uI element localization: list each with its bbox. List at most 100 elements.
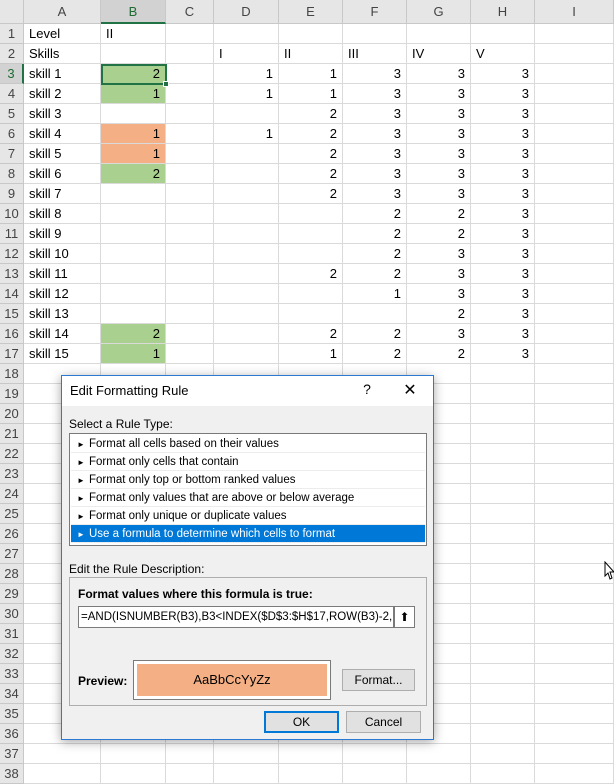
cell-h4[interactable]: 3 (471, 84, 535, 104)
cell-g8[interactable]: 3 (407, 164, 471, 184)
cell-f37[interactable] (343, 744, 407, 764)
cell-e10[interactable] (279, 204, 343, 224)
cell-d7[interactable] (214, 144, 279, 164)
cell-a16[interactable]: skill 14 (24, 324, 101, 344)
rule-type-item[interactable]: ► Use a formula to determine which cells … (71, 525, 425, 543)
cell-i34[interactable] (535, 684, 614, 704)
cell-h19[interactable] (471, 384, 535, 404)
cell-h10[interactable]: 3 (471, 204, 535, 224)
cell-i33[interactable] (535, 664, 614, 684)
cell-i24[interactable] (535, 484, 614, 504)
cell-e14[interactable] (279, 284, 343, 304)
cell-a15[interactable]: skill 13 (24, 304, 101, 324)
cell-c4[interactable] (166, 84, 214, 104)
select-all-corner[interactable] (0, 0, 24, 24)
cell-i28[interactable] (535, 564, 614, 584)
cell-e2[interactable]: II (279, 44, 343, 64)
column-header-e[interactable]: E (279, 0, 343, 24)
cell-c37[interactable] (166, 744, 214, 764)
cell-f38[interactable] (343, 764, 407, 784)
row-header-17[interactable]: 17 (0, 344, 24, 364)
row-header-8[interactable]: 8 (0, 164, 24, 184)
cell-h13[interactable]: 3 (471, 264, 535, 284)
cell-g14[interactable]: 3 (407, 284, 471, 304)
row-header-24[interactable]: 24 (0, 484, 24, 504)
cell-h23[interactable] (471, 464, 535, 484)
cell-h21[interactable] (471, 424, 535, 444)
cell-a13[interactable]: skill 11 (24, 264, 101, 284)
cell-f7[interactable]: 3 (343, 144, 407, 164)
cell-g2[interactable]: IV (407, 44, 471, 64)
cell-b38[interactable] (101, 764, 166, 784)
cell-h18[interactable] (471, 364, 535, 384)
cell-h38[interactable] (471, 764, 535, 784)
cell-a14[interactable]: skill 12 (24, 284, 101, 304)
cell-d6[interactable]: 1 (214, 124, 279, 144)
cell-b3[interactable]: 2 (101, 64, 166, 84)
cell-e1[interactable] (279, 24, 343, 44)
cell-b6[interactable]: 1 (101, 124, 166, 144)
cell-f4[interactable]: 3 (343, 84, 407, 104)
column-header-c[interactable]: C (166, 0, 214, 24)
cell-g13[interactable]: 3 (407, 264, 471, 284)
rule-type-item[interactable]: ► Format only values that are above or be… (71, 489, 425, 507)
cell-a38[interactable] (24, 764, 101, 784)
cell-i29[interactable] (535, 584, 614, 604)
row-header-27[interactable]: 27 (0, 544, 24, 564)
cell-c1[interactable] (166, 24, 214, 44)
column-header-b[interactable]: B (101, 0, 166, 24)
cell-e3[interactable]: 1 (279, 64, 343, 84)
cell-i8[interactable] (535, 164, 614, 184)
cell-a6[interactable]: skill 4 (24, 124, 101, 144)
cell-i3[interactable] (535, 64, 614, 84)
cell-i13[interactable] (535, 264, 614, 284)
formula-input[interactable]: =AND(ISNUMBER(B3),B3<INDEX($D$3:$H$17,RO… (78, 606, 394, 628)
row-header-18[interactable]: 18 (0, 364, 24, 384)
rule-type-list[interactable]: ► Format all cells based on their values ►… (69, 433, 427, 546)
cell-i15[interactable] (535, 304, 614, 324)
cell-i7[interactable] (535, 144, 614, 164)
cell-g38[interactable] (407, 764, 471, 784)
cell-f12[interactable]: 2 (343, 244, 407, 264)
cell-c3[interactable] (166, 64, 214, 84)
rule-type-item[interactable]: ► Format only cells that contain (71, 453, 425, 471)
cell-i12[interactable] (535, 244, 614, 264)
cell-i10[interactable] (535, 204, 614, 224)
format-button[interactable]: Format... (342, 669, 415, 691)
cell-d9[interactable] (214, 184, 279, 204)
cell-b1[interactable]: II (101, 24, 166, 44)
row-header-25[interactable]: 25 (0, 504, 24, 524)
collapse-reference-button[interactable]: ⬆ (394, 606, 415, 628)
cell-a5[interactable]: skill 3 (24, 104, 101, 124)
row-header-11[interactable]: 11 (0, 224, 24, 244)
cell-i36[interactable] (535, 724, 614, 744)
cancel-button[interactable]: Cancel (346, 711, 421, 733)
row-header-30[interactable]: 30 (0, 604, 24, 624)
cell-h32[interactable] (471, 644, 535, 664)
cell-e38[interactable] (279, 764, 343, 784)
row-header-13[interactable]: 13 (0, 264, 24, 284)
cell-f9[interactable]: 3 (343, 184, 407, 204)
row-header-31[interactable]: 31 (0, 624, 24, 644)
cell-i2[interactable] (535, 44, 614, 64)
cell-c7[interactable] (166, 144, 214, 164)
row-header-19[interactable]: 19 (0, 384, 24, 404)
cell-i4[interactable] (535, 84, 614, 104)
cell-i5[interactable] (535, 104, 614, 124)
cell-e5[interactable]: 2 (279, 104, 343, 124)
cell-h30[interactable] (471, 604, 535, 624)
row-header-23[interactable]: 23 (0, 464, 24, 484)
cell-e16[interactable]: 2 (279, 324, 343, 344)
cell-g1[interactable] (407, 24, 471, 44)
cell-b37[interactable] (101, 744, 166, 764)
cell-b2[interactable] (101, 44, 166, 64)
cell-h9[interactable]: 3 (471, 184, 535, 204)
cell-h15[interactable]: 3 (471, 304, 535, 324)
cell-d16[interactable] (214, 324, 279, 344)
cell-i22[interactable] (535, 444, 614, 464)
cell-d17[interactable] (214, 344, 279, 364)
cell-i26[interactable] (535, 524, 614, 544)
cell-b9[interactable] (101, 184, 166, 204)
cell-h3[interactable]: 3 (471, 64, 535, 84)
cell-g15[interactable]: 2 (407, 304, 471, 324)
